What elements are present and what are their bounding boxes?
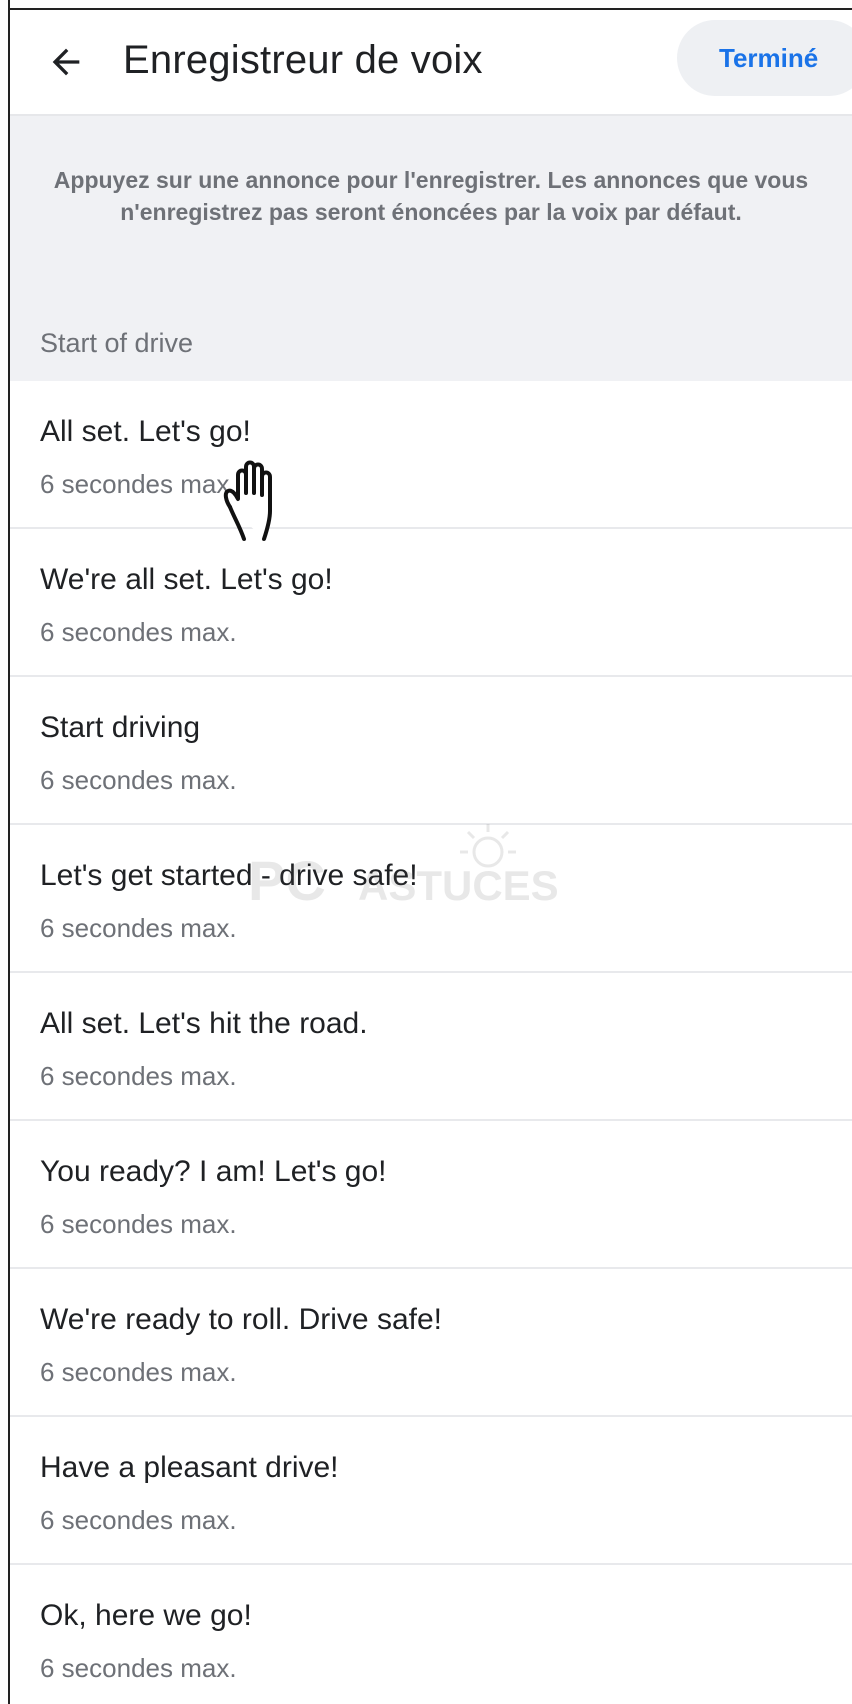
list-item[interactable]: Have a pleasant drive! 6 secondes max. [10, 1417, 852, 1565]
item-title: Start driving [40, 711, 201, 744]
list-item[interactable]: We're all set. Let's go! 6 secondes max. [10, 529, 852, 677]
list-item[interactable]: All set. Let's go! 6 secondes max. [10, 381, 852, 529]
frame-border-top [0, 0, 852, 10]
item-title: We're ready to roll. Drive safe! [40, 1303, 442, 1336]
hand-pointer-icon [223, 460, 272, 541]
list-item[interactable]: You ready? I am! Let's go! 6 secondes ma… [10, 1121, 852, 1269]
item-title: Let's get started - drive safe! [40, 859, 418, 892]
list-item[interactable]: Ok, here we go! 6 secondes max. [10, 1565, 852, 1704]
page-title: Enregistreur de voix [123, 38, 483, 82]
item-subtitle: 6 secondes max. [40, 913, 237, 943]
item-title: All set. Let's go! [40, 415, 251, 448]
announcement-list: All set. Let's go! 6 secondes max. We're… [10, 381, 852, 1704]
list-item[interactable]: All set. Let's hit the road. 6 secondes … [10, 973, 852, 1121]
item-subtitle: 6 secondes max. [40, 1209, 237, 1239]
info-panel: Appuyez sur une annonce pour l'enregistr… [10, 116, 852, 381]
list-item[interactable]: Start driving 6 secondes max. [10, 677, 852, 825]
item-subtitle: 6 secondes max. [40, 765, 237, 795]
list-item[interactable]: Let's get started - drive safe! 6 second… [10, 825, 852, 973]
item-title: Ok, here we go! [40, 1599, 252, 1632]
item-subtitle: 6 secondes max. [40, 469, 237, 499]
item-subtitle: 6 secondes max. [40, 1653, 237, 1683]
frame-border-left [0, 0, 10, 1704]
list-item[interactable]: We're ready to roll. Drive safe! 6 secon… [10, 1269, 852, 1417]
app-header: Enregistreur de voix Terminé [10, 10, 852, 116]
item-subtitle: 6 secondes max. [40, 1061, 237, 1091]
item-title: We're all set. Let's go! [40, 563, 333, 596]
done-button[interactable]: Terminé [677, 20, 852, 96]
item-title: Have a pleasant drive! [40, 1451, 339, 1484]
section-label: Start of drive [40, 328, 194, 358]
item-subtitle: 6 secondes max. [40, 1357, 237, 1387]
item-title: All set. Let's hit the road. [40, 1007, 368, 1040]
screen: Enregistreur de voix Terminé Appuyez sur… [0, 0, 852, 1704]
info-description: Appuyez sur une annonce pour l'enregistr… [53, 167, 809, 225]
item-subtitle: 6 secondes max. [40, 617, 237, 647]
back-button[interactable] [38, 34, 94, 90]
item-title: You ready? I am! Let's go! [40, 1155, 387, 1188]
arrow-left-icon [52, 48, 80, 76]
item-subtitle: 6 secondes max. [40, 1505, 237, 1535]
